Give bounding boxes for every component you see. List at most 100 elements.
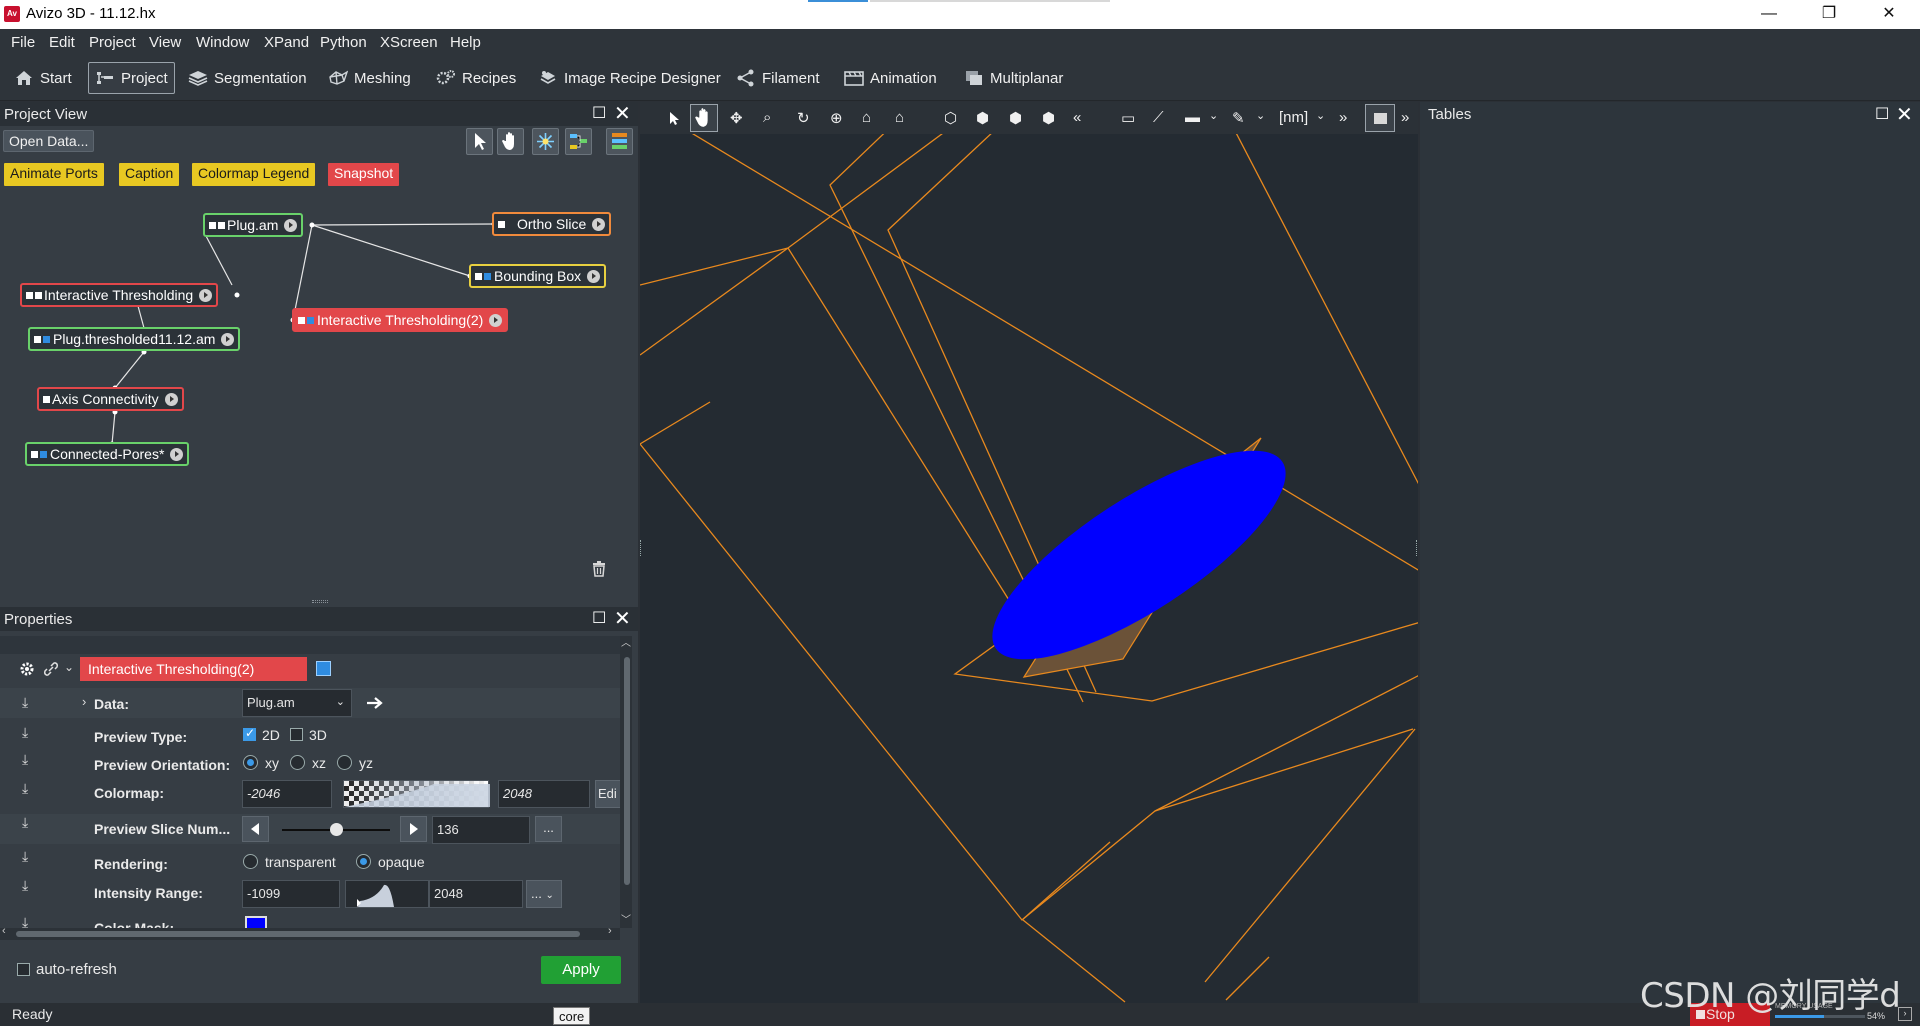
intensity-histogram[interactable] <box>345 880 431 908</box>
trash-icon[interactable] <box>591 560 607 577</box>
select-tool-button[interactable] <box>466 128 493 155</box>
properties-vertical-scrollbar[interactable]: ︿ ﹀ <box>620 636 632 928</box>
viewer-right-splitter[interactable] <box>1416 540 1418 556</box>
close-panel-icon[interactable]: ✕ <box>614 104 631 124</box>
menu-edit[interactable]: Edit <box>49 34 75 51</box>
chevron-down-icon[interactable]: ⌄ <box>1209 109 1218 122</box>
preview-3d-checkbox[interactable] <box>290 728 303 741</box>
menu-view[interactable]: View <box>149 34 181 51</box>
menu-window[interactable]: Window <box>196 34 249 51</box>
pin-icon[interactable]: ⤓ <box>22 780 28 797</box>
orientation-xy-radio[interactable] <box>243 755 258 770</box>
menu-project[interactable]: Project <box>89 34 136 51</box>
perspective-icon[interactable]: ⬡ <box>944 109 957 127</box>
workroom-image-recipe-designer[interactable]: Image Recipe Designer <box>532 62 727 94</box>
orientation-yz-radio[interactable] <box>337 755 352 770</box>
menu-xpand[interactable]: XPand <box>264 34 309 51</box>
data-select[interactable]: Plug.am ⌄ <box>242 689 352 717</box>
node-bounding-box[interactable]: Bounding Box <box>469 264 607 288</box>
chevron-down-icon[interactable]: ⌄ <box>1316 109 1325 122</box>
menu-xscreen[interactable]: XScreen <box>380 34 438 51</box>
view-x-icon[interactable]: ⬢ <box>976 109 989 127</box>
layout-options-button[interactable] <box>565 128 592 155</box>
chevron-right-icon[interactable]: › <box>82 694 86 709</box>
rendering-transparent-radio[interactable] <box>243 854 258 869</box>
set-home-icon[interactable]: ⌂ <box>895 109 904 126</box>
toolbar-overflow-icon[interactable]: » <box>1339 109 1347 126</box>
workroom-animation[interactable]: Animation <box>838 62 943 94</box>
pan-tool-button[interactable] <box>497 128 524 155</box>
menu-file[interactable]: File <box>11 34 35 51</box>
pointer-icon[interactable] <box>666 110 682 126</box>
colormap-max-field[interactable]: 2048 <box>498 780 590 808</box>
pin-icon[interactable]: ⤓ <box>22 848 28 865</box>
zoom-icon[interactable]: ⌕ <box>763 109 771 126</box>
intensity-min-field[interactable]: -1099 <box>242 880 340 908</box>
view-y-icon[interactable]: ⬢ <box>1009 109 1022 127</box>
pin-icon[interactable]: ⤓ <box>22 877 28 894</box>
pin-icon[interactable]: ⤓ <box>22 724 28 741</box>
chevron-down-icon[interactable]: ⌄ <box>64 660 74 674</box>
node-expand-icon[interactable] <box>587 269 601 283</box>
pin-icon[interactable]: ⤓ <box>22 751 28 768</box>
workroom-meshing[interactable]: Meshing <box>322 62 417 94</box>
gear-icon[interactable] <box>19 661 35 677</box>
scroll-up-icon[interactable]: ︿ <box>621 634 631 649</box>
node-expand-icon[interactable] <box>592 217 606 231</box>
workroom-filament[interactable]: Filament <box>730 62 826 94</box>
arrow-right-icon[interactable] <box>366 696 384 710</box>
pin-icon[interactable]: ⤓ <box>22 814 28 831</box>
scroll-right-icon[interactable]: › <box>608 925 612 937</box>
pick-color-icon[interactable]: ✎ <box>1232 109 1245 127</box>
colormap-preview[interactable] <box>343 780 490 808</box>
auto-layout-button[interactable] <box>532 128 559 155</box>
node-ortho-slice[interactable]: Ortho Slice <box>492 212 612 236</box>
toolbar-overflow-icon-2[interactable]: » <box>1401 109 1409 126</box>
minimize-button[interactable]: — <box>1746 2 1792 26</box>
preview-2d-checkbox[interactable] <box>243 726 256 741</box>
scroll-down-icon[interactable]: ﹀ <box>621 911 631 926</box>
link-icon[interactable] <box>43 661 59 677</box>
rotate-view-icon[interactable]: « <box>1073 109 1081 126</box>
slice-slider-thumb[interactable] <box>330 823 343 836</box>
measure-icon[interactable]: ⟋ <box>1153 109 1164 126</box>
pin-icon[interactable]: ⤓ <box>22 694 28 711</box>
slice-prev-button[interactable] <box>242 816 269 842</box>
seek-icon[interactable]: ⊕ <box>830 109 843 127</box>
rendering-opaque-radio[interactable] <box>356 854 371 869</box>
viewer-left-splitter[interactable] <box>640 540 642 556</box>
scrollbar-thumb[interactable] <box>16 931 580 937</box>
node-expand-icon[interactable] <box>170 447 184 461</box>
workroom-multiplanar[interactable]: Multiplanar <box>958 62 1069 94</box>
intensity-max-field[interactable]: 2048 <box>429 880 523 908</box>
maximize-panel-icon[interactable]: ☐ <box>592 104 606 124</box>
workroom-start[interactable]: Start <box>8 62 78 94</box>
module-name-field[interactable]: Interactive Thresholding(2) <box>80 657 307 681</box>
colormap-legend-button[interactable]: Colormap Legend <box>192 163 316 186</box>
properties-horizontal-scrollbar[interactable]: ‹ › <box>0 925 620 940</box>
ruler-icon[interactable]: ▬ <box>1185 109 1200 126</box>
close-button[interactable]: ✕ <box>1866 2 1912 26</box>
node-expand-icon[interactable] <box>221 332 235 346</box>
scrollbar-thumb[interactable] <box>624 657 630 885</box>
menu-python[interactable]: Python <box>320 34 367 51</box>
chevron-down-icon[interactable]: ⌄ <box>1256 109 1265 122</box>
layout-single-view-button[interactable] <box>1365 104 1395 132</box>
node-expand-icon[interactable] <box>284 218 298 232</box>
pin-icon[interactable]: ⤓ <box>22 914 28 928</box>
open-data-button[interactable]: Open Data... <box>3 130 95 152</box>
workroom-project[interactable]: Project <box>88 62 175 94</box>
node-expand-icon[interactable] <box>199 288 213 302</box>
node-interactive-thresholding-2[interactable]: Interactive Thresholding(2) <box>292 308 509 332</box>
close-panel-icon[interactable]: ✕ <box>614 609 631 629</box>
slice-options-button[interactable]: ... <box>535 816 562 842</box>
node-interactive-thresholding[interactable]: Interactive Thresholding <box>20 283 219 307</box>
maximize-panel-icon[interactable]: ☐ <box>1875 104 1889 124</box>
node-axis-connectivity[interactable]: Axis Connectivity <box>37 387 184 411</box>
home-view-icon[interactable]: ⌂ <box>862 109 871 126</box>
module-color-swatch[interactable] <box>316 661 331 676</box>
viewer-canvas[interactable] <box>640 102 1418 1003</box>
workroom-segmentation[interactable]: Segmentation <box>182 62 313 94</box>
maximize-panel-icon[interactable]: ☐ <box>592 609 606 629</box>
caption-button[interactable]: Caption <box>119 163 180 186</box>
